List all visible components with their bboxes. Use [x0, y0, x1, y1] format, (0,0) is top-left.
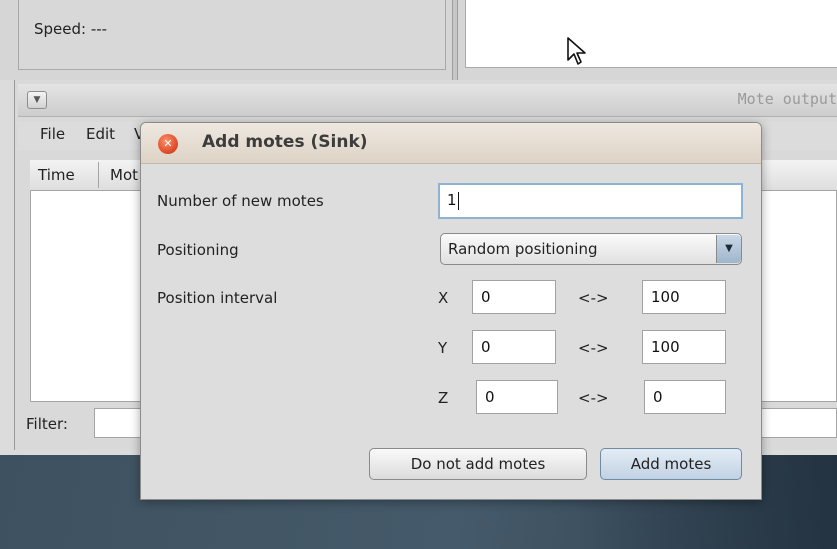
collapse-arrow-icon[interactable]: ▼ [27, 91, 47, 109]
positioning-label: Positioning [157, 241, 239, 259]
speed-label: Speed: --- [34, 20, 108, 38]
column-time[interactable]: Time [38, 166, 75, 184]
network-view[interactable] [465, 0, 837, 68]
split-divider[interactable] [452, 0, 458, 80]
number-of-motes-value: 1 [447, 191, 457, 209]
menu-edit[interactable]: Edit [86, 125, 115, 143]
y-range-separator: <-> [578, 339, 609, 357]
do-not-add-motes-button[interactable]: Do not add motes [369, 448, 587, 480]
chevron-down-icon[interactable]: ▼ [716, 235, 741, 263]
filter-label: Filter: [26, 415, 68, 433]
column-mote[interactable]: Mot [110, 166, 138, 184]
x-min-input[interactable]: 0 [472, 280, 556, 314]
x-max-input[interactable]: 100 [642, 280, 726, 314]
add-motes-button[interactable]: Add motes [600, 448, 742, 480]
mote-output-titlebar[interactable] [18, 84, 837, 117]
y-min-input[interactable]: 0 [472, 330, 556, 364]
number-of-motes-label: Number of new motes [157, 192, 324, 210]
y-max-input[interactable]: 100 [642, 330, 726, 364]
z-range-separator: <-> [578, 389, 609, 407]
x-range-separator: <-> [578, 289, 609, 307]
z-max-input[interactable]: 0 [644, 380, 726, 414]
number-of-motes-input[interactable]: 1 [438, 183, 743, 219]
axis-y-label: Y [438, 339, 448, 357]
menu-file[interactable]: File [40, 125, 65, 143]
z-min-input[interactable]: 0 [476, 380, 558, 414]
mote-output-title: Mote output [737, 90, 837, 108]
axis-x-label: X [438, 289, 449, 307]
mouse-pointer-icon [567, 37, 586, 65]
axis-z-label: Z [438, 389, 449, 407]
positioning-select-value: Random positioning [448, 240, 598, 258]
position-interval-label: Position interval [157, 289, 278, 307]
dialog-title: Add motes (Sink) [202, 132, 368, 152]
close-icon[interactable]: ✕ [158, 134, 178, 154]
column-divider [98, 162, 99, 188]
text-caret [457, 191, 459, 210]
